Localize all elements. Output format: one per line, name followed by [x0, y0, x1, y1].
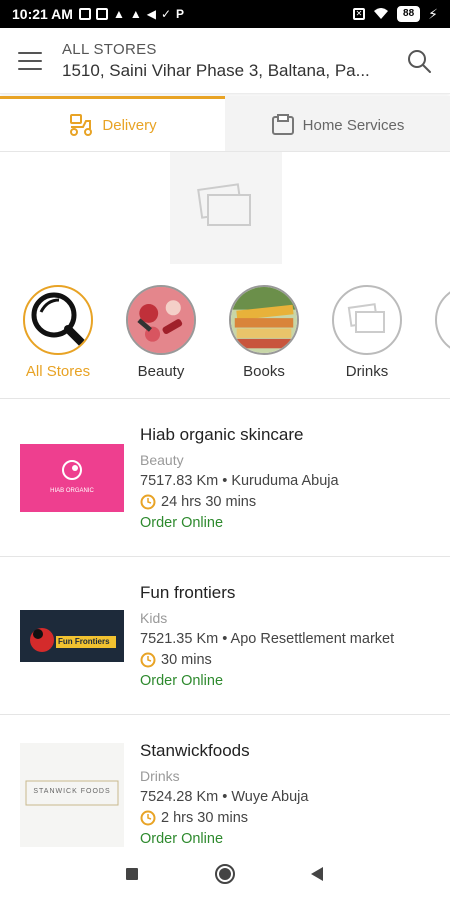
clock-icon [140, 652, 156, 668]
store-name: Fun frontiers [140, 583, 236, 602]
category-next-partial[interactable] [430, 285, 450, 355]
store-category: Beauty [140, 452, 184, 468]
category-label: All Stores [25, 363, 91, 380]
megaphone-icon: ◀ [146, 7, 156, 21]
wifi-icon [374, 8, 389, 19]
category-circle [126, 285, 196, 355]
store-name: Hiab organic skincare [140, 425, 304, 444]
placeholder-image-icon [197, 183, 251, 226]
service-tabs: Delivery Home Services [0, 96, 450, 152]
tab-home-services[interactable]: Home Services [225, 96, 450, 151]
placeholder-image-icon [347, 303, 385, 333]
category-drinks[interactable]: Drinks [327, 285, 407, 380]
back-icon[interactable] [310, 866, 324, 882]
store-card[interactable]: HIAB ORGANIC Hiab organic skincare Beaut… [0, 399, 450, 557]
category-circle [229, 285, 299, 355]
location-selector[interactable]: ALL STORES 1510, Saini Vihar Phase 3, Ba… [62, 41, 392, 81]
address-text[interactable]: 1510, Saini Vihar Phase 3, Baltana, Pa..… [62, 61, 392, 81]
system-nav-bar [0, 847, 450, 900]
store-logo: STANWICK FOODS [20, 743, 124, 847]
category-circle [23, 285, 93, 355]
app-header: ALL STORES 1510, Saini Vihar Phase 3, Ba… [0, 28, 450, 94]
store-delivery-time: 30 mins [140, 652, 445, 668]
recents-icon[interactable] [125, 867, 139, 881]
magnifier-icon [31, 292, 87, 348]
store-logo-text: STANWICK FOODS [33, 788, 111, 795]
store-time-text: 30 mins [161, 652, 212, 668]
store-distance: 7517.83 Km • Kuruduma Abuja [140, 473, 339, 489]
store-logo-text: Fun Frontiers [58, 637, 110, 646]
p-icon: P [176, 7, 185, 21]
store-delivery-time: 2 hrs 30 mins [140, 810, 445, 826]
clock-icon [140, 810, 156, 826]
order-online-link[interactable]: Order Online [140, 673, 445, 689]
category-circle [435, 285, 450, 355]
category-label: Books [243, 363, 285, 380]
sim-box-icon [78, 8, 91, 20]
charging-icon: ⚡ [428, 5, 438, 22]
page-title: ALL STORES [62, 40, 157, 58]
store-logo: Fun Frontiers [20, 610, 124, 662]
store-distance: 7521.35 Km • Apo Resettlement market [140, 631, 395, 647]
beauty-image [128, 287, 194, 353]
hamburger-menu-icon[interactable] [18, 51, 42, 70]
category-label: Drinks [345, 363, 389, 380]
category-beauty[interactable]: Beauty [121, 285, 201, 380]
delivery-scooter-icon [70, 114, 93, 136]
category-all-stores[interactable]: All Stores [18, 285, 98, 380]
clock-icon [140, 494, 156, 510]
tab-home-services-label: Home Services [302, 116, 405, 134]
store-name: Stanwickfoods [140, 741, 250, 760]
banner-image-placeholder[interactable] [170, 152, 282, 264]
sim-x-icon: ✕ [353, 8, 366, 20]
home-icon[interactable] [214, 863, 236, 885]
store-category: Kids [140, 610, 168, 626]
sim-box-icon [95, 8, 108, 20]
books-image [231, 287, 297, 353]
store-delivery-time: 24 hrs 30 mins [140, 494, 445, 510]
home-services-icon [271, 114, 294, 135]
order-online-link[interactable]: Order Online [140, 831, 445, 847]
store-card[interactable]: Fun Frontiers Fun frontiers Kids 7521.35… [0, 557, 450, 715]
download-icon: ✓ [160, 7, 172, 21]
category-carousel[interactable]: All Stores Beauty Books Drinks [0, 285, 450, 397]
order-online-link[interactable]: Order Online [140, 515, 445, 531]
tab-delivery[interactable]: Delivery [0, 96, 225, 151]
status-bar: 10:21 AM ▲ ▲ ◀ ✓ P ✕ 88 ⚡ [0, 0, 450, 28]
warning-icon: ▲ [129, 7, 142, 21]
store-distance: 7524.28 Km • Wuye Abuja [140, 789, 309, 805]
category-label: Beauty [137, 363, 185, 380]
store-logo: HIAB ORGANIC [20, 444, 124, 512]
search-icon[interactable] [406, 48, 432, 74]
store-category: Drinks [140, 768, 180, 784]
warning-icon: ▲ [112, 7, 125, 21]
store-time-text: 2 hrs 30 mins [161, 810, 249, 826]
status-time: 10:21 AM [12, 6, 73, 22]
category-books[interactable]: Books [224, 285, 304, 380]
category-circle [332, 285, 402, 355]
store-time-text: 24 hrs 30 mins [161, 494, 257, 510]
battery-icon: 88 [397, 6, 421, 22]
store-logo-text: HIAB ORGANIC [50, 488, 94, 494]
tab-delivery-label: Delivery [102, 116, 157, 134]
